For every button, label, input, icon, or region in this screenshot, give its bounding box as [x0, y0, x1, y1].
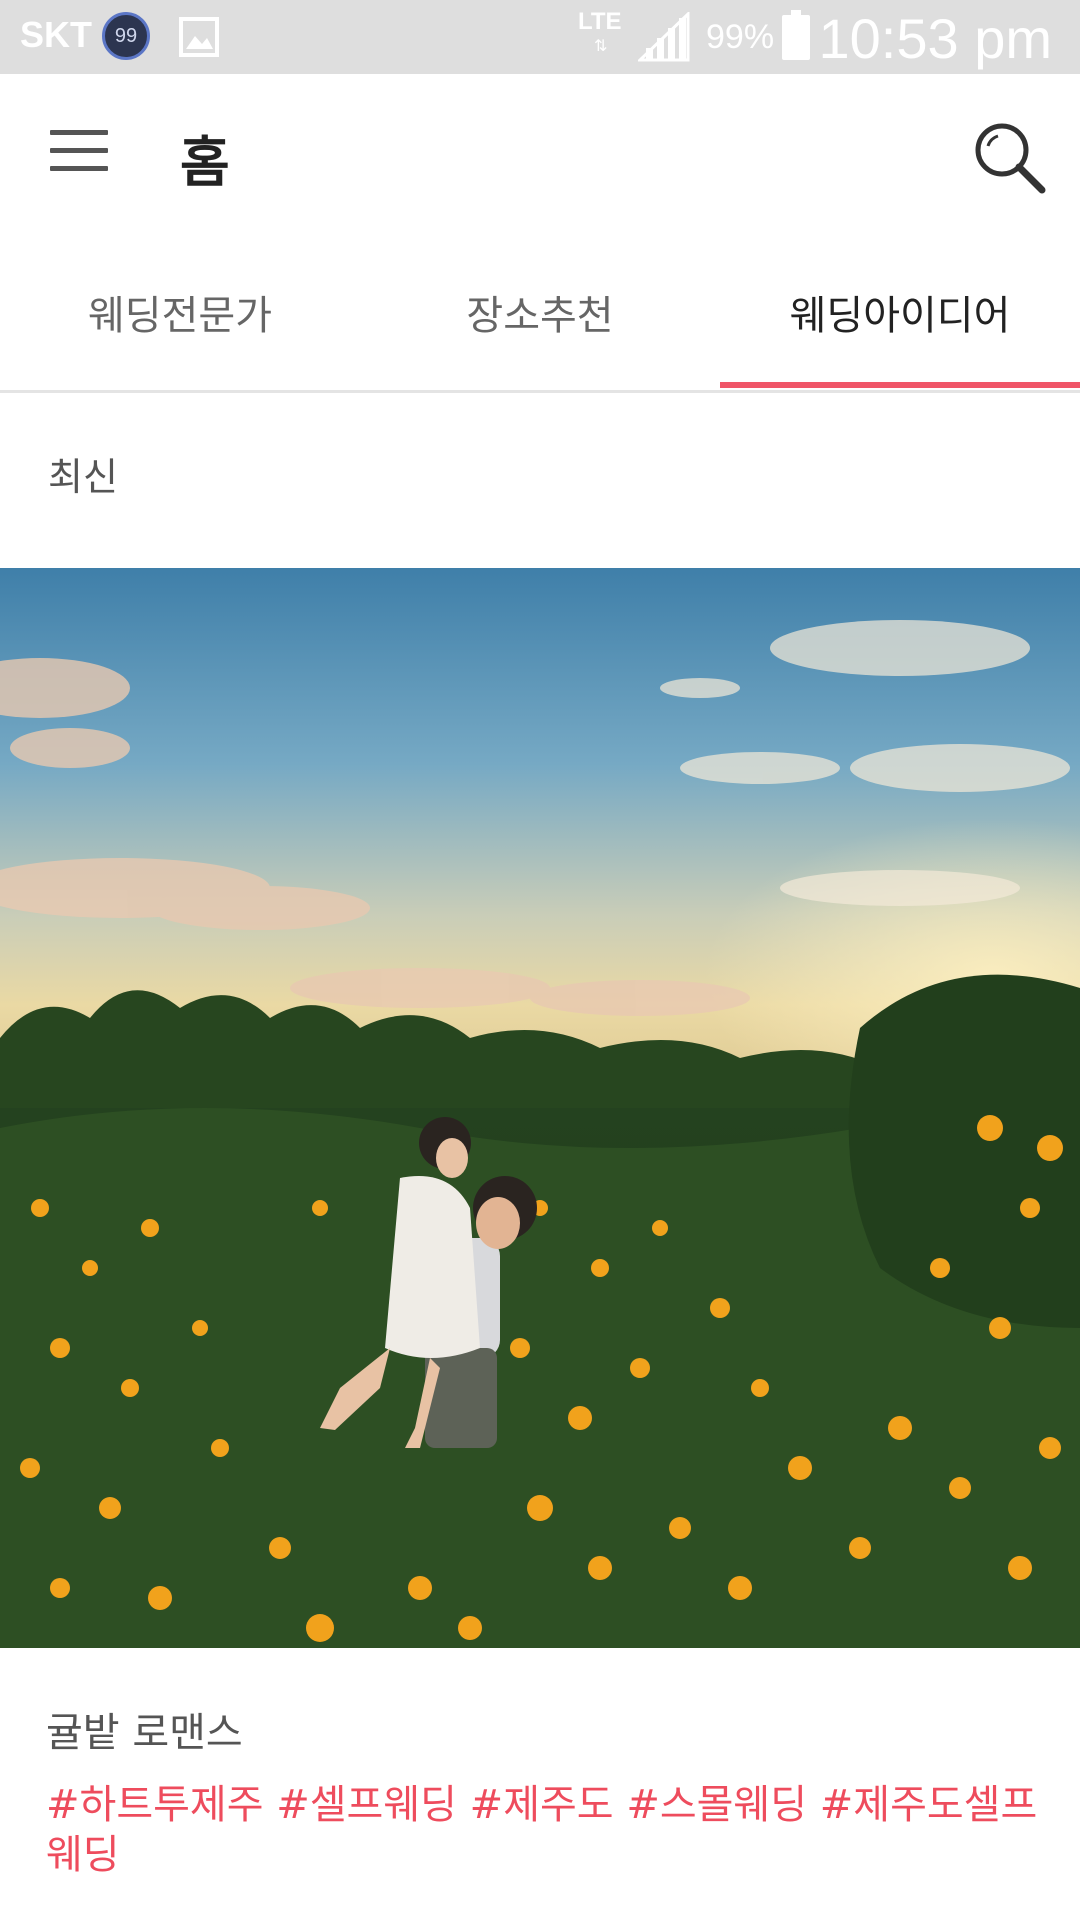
tab-wedding-ideas[interactable]: 웨딩아이디어 — [720, 244, 1080, 390]
post-photo[interactable] — [0, 568, 1080, 1648]
carrier-label: SKT — [20, 14, 92, 55]
post-hashtags: #하트투제주 #셀프웨딩 #제주도 #스몰웨딩 #제주도셀프웨딩 — [46, 1780, 1046, 1880]
battery-icon — [782, 10, 810, 60]
search-icon[interactable] — [970, 118, 1050, 198]
wedding-photo-image — [0, 568, 1080, 1648]
hashtag-link[interactable]: #하트투제주 — [46, 1782, 264, 1828]
tab-bar: 웨딩전문가 장소추천 웨딩아이디어 — [0, 244, 1080, 393]
tab-wedding-experts[interactable]: 웨딩전문가 — [0, 244, 360, 390]
hashtag-link[interactable]: #스몰웨딩 — [626, 1782, 807, 1828]
app-bar: 홈 — [0, 74, 1080, 244]
gallery-notification-icon — [179, 17, 219, 57]
active-tab-indicator — [720, 382, 1080, 388]
post-title: 귤밭 로맨스 — [46, 1710, 243, 1756]
hamburger-menu-icon[interactable] — [50, 130, 114, 180]
notification-badge-icon: 99 — [102, 12, 150, 60]
hashtag-link[interactable]: #제주도 — [470, 1782, 614, 1828]
data-activity-icon: ⇅ — [594, 36, 608, 55]
battery-percent: 99% — [706, 18, 775, 56]
signal-strength-icon — [638, 12, 690, 62]
section-label-latest: 최신 — [48, 455, 118, 499]
clock: 10:53 pm — [818, 7, 1053, 70]
network-type-label: LTE — [578, 8, 622, 35]
tab-venue-recommendations[interactable]: 장소추천 — [360, 244, 720, 390]
hashtag-link[interactable]: #셀프웨딩 — [276, 1782, 457, 1828]
page-title: 홈 — [180, 131, 230, 194]
status-bar: SKT 99 LTE ⇅ 99% 10:53 pm — [0, 0, 1080, 74]
